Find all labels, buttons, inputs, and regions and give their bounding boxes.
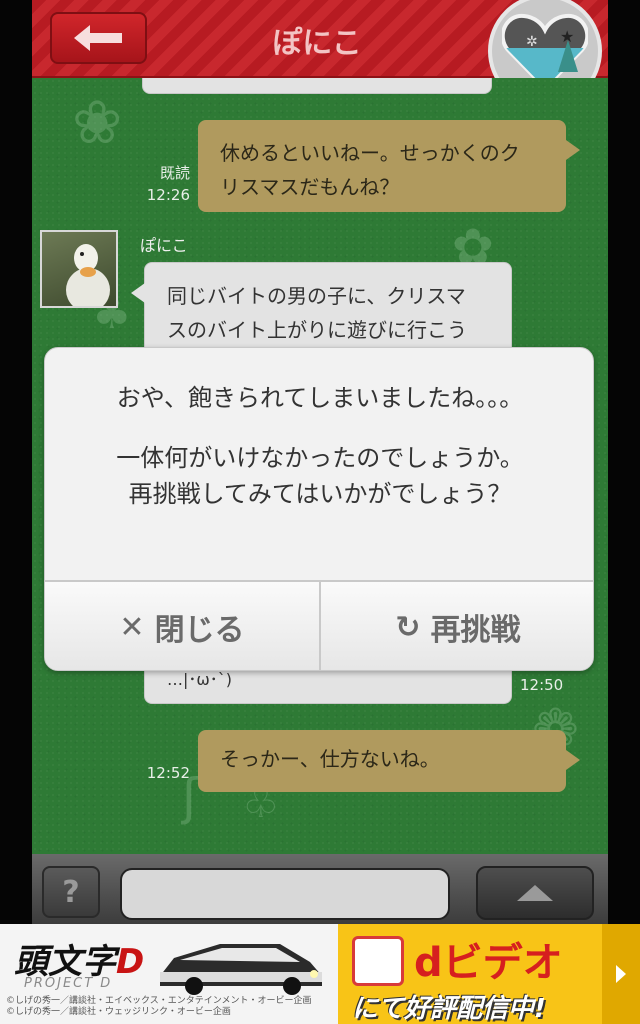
duck-avatar-icon — [66, 244, 110, 306]
ad-banner[interactable]: 頭文字D PROJECT D ©しげの秀一／講談社・エイベックス・エンタテインメ… — [0, 924, 640, 1024]
game-over-dialog: おや、飽きられてしまいましたね。。。 一体何がいけなかったのでしょうか。 再挑戦… — [44, 347, 594, 671]
dialog-spacer — [45, 416, 593, 440]
dialog-line: おや、飽きられてしまいましたね。。。 — [116, 384, 524, 412]
input-bar: ? — [32, 854, 608, 924]
message-bubble-partial — [142, 78, 492, 94]
message-line: 休めるといいねー。せっかくのク — [220, 141, 520, 165]
message-meta: 既読 12:26 — [132, 162, 190, 206]
bubble-tail — [566, 750, 580, 770]
dialog-button-row: ✕ 閉じる ↻ 再挑戦 — [45, 580, 593, 670]
ad-next-button[interactable] — [602, 924, 640, 1024]
send-button[interactable] — [476, 866, 594, 920]
message-line: 同じバイトの男の子に、クリスマ — [167, 284, 466, 308]
ad-logo-letter: D — [116, 942, 145, 982]
refresh-icon: ↻ — [395, 609, 421, 645]
video-app-icon — [352, 936, 404, 986]
message-line: そっかー、仕方ないね。 — [220, 747, 440, 771]
retry-button[interactable]: ↻ 再挑戦 — [319, 582, 593, 670]
dialog-message: おや、飽きられてしまいましたね。。。 一体何がいけなかったのでしょうか。 再挑戦… — [45, 380, 593, 512]
dialog-line: 再挑戦してみてはいかがでしょう？ — [128, 480, 512, 508]
message-input[interactable] — [120, 868, 450, 920]
ad-subtitle: PROJECT D — [24, 976, 113, 991]
arrow-left-icon — [73, 25, 122, 51]
ad-left-panel[interactable]: 頭文字D PROJECT D ©しげの秀一／講談社・エイベックス・エンタテインメ… — [0, 924, 338, 1024]
right-edge — [608, 0, 640, 924]
ribbon-decoration-icon: ❀ — [72, 88, 123, 158]
close-button[interactable]: ✕ 閉じる — [45, 582, 319, 670]
ad-credit-line: ©しげの秀一／講談社・ウェッジリンク・オービー企画 — [6, 1007, 231, 1017]
bubble-tail — [131, 283, 145, 303]
left-edge — [0, 0, 32, 924]
ad-brand: dビデオ — [414, 940, 563, 986]
ad-credit-line: ©しげの秀一／講談社・エイベックス・エンタテインメント・オービー企画 — [6, 996, 312, 1006]
message-time: 12:26 — [146, 186, 190, 204]
close-icon: ✕ — [119, 609, 145, 645]
close-button-label: 閉じる — [154, 613, 245, 648]
ad-tagline: にて好評配信中! — [352, 994, 546, 1024]
message-line: スのバイト上がりに遊びに行こう — [167, 318, 467, 342]
dialog-line: 一体何がいけなかったのでしょうか。 — [116, 444, 524, 472]
help-button[interactable]: ? — [42, 866, 100, 918]
svg-text:✲: ✲ — [526, 34, 538, 50]
ad-right-panel[interactable]: dビデオ にて好評配信中! — [338, 924, 602, 1024]
message-time: 12:52 — [146, 764, 190, 782]
message-line: リスマスだもんね？ — [220, 175, 400, 199]
chat-partner-name: ぽにこ — [272, 26, 362, 61]
partner-avatar[interactable] — [40, 230, 118, 308]
message-bubble-self: 休めるといいねー。せっかくのク リスマスだもんね？ — [198, 120, 580, 212]
chevron-right-icon — [616, 965, 626, 983]
sender-name: ぽにこ — [140, 236, 188, 255]
back-button[interactable] — [50, 12, 147, 64]
car-icon — [160, 944, 322, 995]
bubble-tail — [566, 140, 580, 160]
ad-credit: ©しげの秀一／講談社・エイベックス・エンタテインメント・オービー企画 ©しげの秀… — [6, 996, 311, 1018]
message-time: 12:50 — [520, 676, 564, 694]
triangle-up-icon — [517, 885, 553, 901]
retry-button-label: 再挑戦 — [430, 613, 521, 648]
read-receipt: 既読 — [159, 164, 190, 182]
message-bubble-self: そっかー、仕方ないね。 — [198, 730, 580, 792]
app-header: ぽにこ ✲ ★ — [32, 0, 608, 108]
